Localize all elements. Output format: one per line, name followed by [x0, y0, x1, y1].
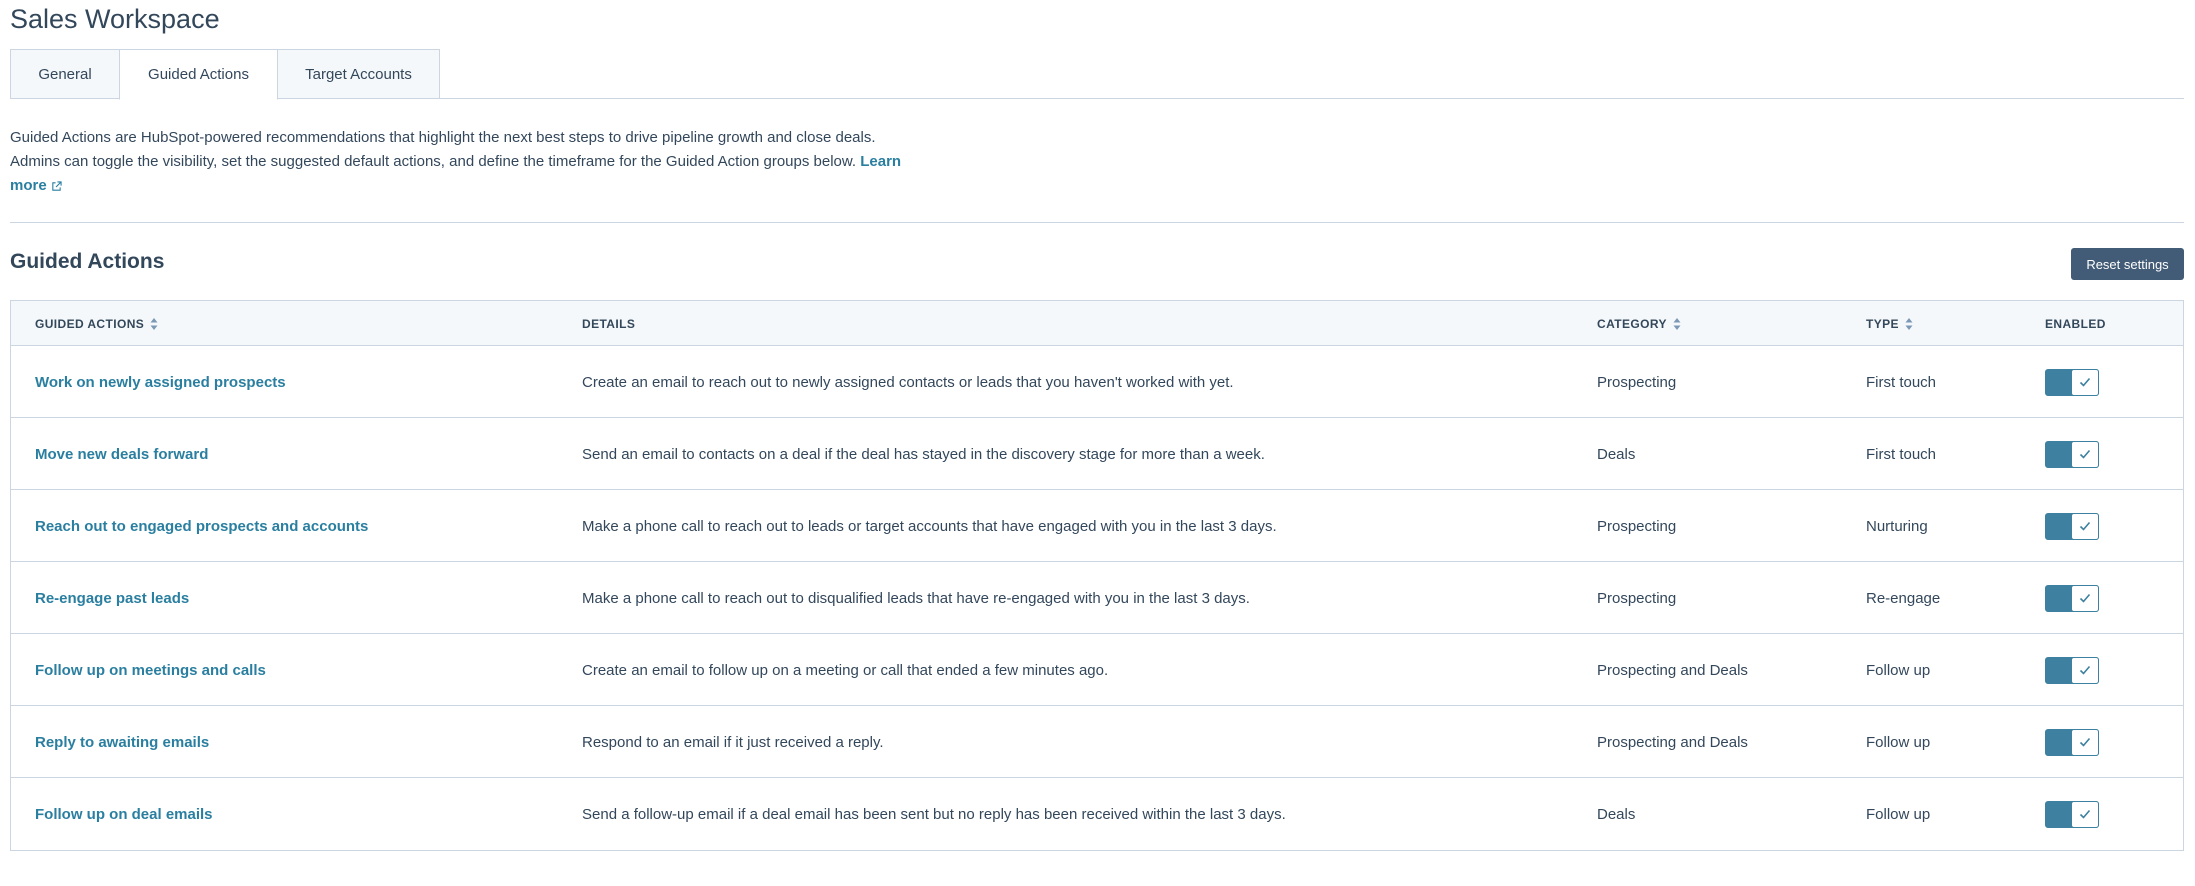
enabled-toggle[interactable] [2045, 440, 2099, 468]
table-row: Follow up on deal emails Send a follow-u… [11, 778, 2183, 850]
category-cell: Prospecting [1597, 373, 1677, 391]
action-link[interactable]: Re-engage past leads [35, 590, 189, 607]
category-cell: Prospecting [1597, 589, 1677, 607]
header-guided-actions-label: GUIDED ACTIONS [35, 316, 145, 331]
check-icon [2079, 809, 2091, 819]
details-cell: Send a follow-up email if a deal email h… [582, 805, 1286, 823]
type-cell: Follow up [1866, 733, 1931, 751]
action-link[interactable]: Move new deals forward [35, 446, 208, 463]
type-cell: Re-engage [1866, 589, 1941, 607]
action-link[interactable]: Work on newly assigned prospects [35, 374, 286, 391]
enabled-toggle[interactable] [2045, 584, 2099, 612]
tab-bar: General Guided Actions Target Accounts [10, 49, 2184, 100]
enabled-toggle[interactable] [2045, 728, 2099, 756]
category-cell: Prospecting and Deals [1597, 661, 1748, 679]
tab-target-accounts[interactable]: Target Accounts [277, 49, 440, 99]
tab-guided-actions[interactable]: Guided Actions [119, 49, 278, 100]
sort-icon [150, 317, 158, 330]
table-row: Reach out to engaged prospects and accou… [11, 490, 2183, 562]
details-cell: Send an email to contacts on a deal if t… [582, 445, 1265, 463]
tab-general[interactable]: General [10, 49, 120, 99]
sort-icon [1905, 317, 1913, 330]
type-cell: Follow up [1866, 661, 1931, 679]
type-cell: Follow up [1866, 805, 1931, 823]
external-link-icon [51, 180, 62, 191]
category-cell: Deals [1597, 445, 1636, 463]
header-details: DETAILS [582, 316, 636, 331]
check-icon [2079, 593, 2091, 603]
page-title: Sales Workspace [10, 4, 220, 34]
category-cell: Deals [1597, 805, 1636, 823]
action-link[interactable]: Follow up on meetings and calls [35, 662, 266, 679]
description-line-2-text: Admins can toggle the visibility, set th… [10, 153, 857, 170]
table-row: Move new deals forward Send an email to … [11, 418, 2183, 490]
details-cell: Create an email to reach out to newly as… [582, 373, 1234, 391]
type-cell: First touch [1866, 445, 1937, 463]
details-cell: Create an email to follow up on a meetin… [582, 661, 1109, 679]
enabled-toggle[interactable] [2045, 512, 2099, 540]
action-link[interactable]: Follow up on deal emails [35, 806, 213, 823]
sort-icon [1673, 317, 1681, 330]
header-type-label: TYPE [1866, 316, 1899, 331]
description: Guided Actions are HubSpot-powered recom… [10, 126, 910, 198]
enabled-toggle[interactable] [2045, 800, 2099, 828]
table-row: Reply to awaiting emails Respond to an e… [11, 706, 2183, 778]
check-icon [2079, 521, 2091, 531]
check-icon [2079, 449, 2091, 459]
type-cell: Nurturing [1866, 517, 1928, 535]
enabled-toggle[interactable] [2045, 368, 2099, 396]
check-icon [2079, 377, 2091, 387]
table-header: GUIDED ACTIONS DETAILS CATEGORY TYPE ENA… [11, 301, 2183, 346]
type-cell: First touch [1866, 373, 1937, 391]
description-line-2: Admins can toggle the visibility, set th… [10, 150, 910, 198]
section-title: Guided Actions [10, 250, 165, 273]
table-row: Work on newly assigned prospects Create … [11, 346, 2183, 418]
description-line-1: Guided Actions are HubSpot-powered recom… [10, 129, 876, 146]
action-link[interactable]: Reach out to engaged prospects and accou… [35, 518, 368, 535]
category-cell: Prospecting and Deals [1597, 733, 1748, 751]
header-enabled: ENABLED [2045, 316, 2106, 331]
page: Sales Workspace General Guided Actions T… [0, 0, 2195, 886]
header-guided-actions[interactable]: GUIDED ACTIONS [35, 301, 158, 346]
details-cell: Respond to an email if it just received … [582, 733, 884, 751]
category-cell: Prospecting [1597, 517, 1677, 535]
header-category[interactable]: CATEGORY [1597, 301, 1681, 346]
header-category-label: CATEGORY [1597, 316, 1667, 331]
section-divider [10, 222, 2184, 223]
details-cell: Make a phone call to reach out to leads … [582, 517, 1277, 535]
header-type[interactable]: TYPE [1866, 301, 1913, 346]
enabled-toggle[interactable] [2045, 656, 2099, 684]
guided-actions-table: GUIDED ACTIONS DETAILS CATEGORY TYPE ENA… [10, 300, 2184, 851]
table-row: Re-engage past leads Make a phone call t… [11, 562, 2183, 634]
check-icon [2079, 737, 2091, 747]
details-cell: Make a phone call to reach out to disqua… [582, 589, 1250, 607]
reset-settings-button[interactable]: Reset settings [2071, 248, 2184, 280]
check-icon [2079, 665, 2091, 675]
action-link[interactable]: Reply to awaiting emails [35, 734, 209, 751]
table-row: Follow up on meetings and calls Create a… [11, 634, 2183, 706]
